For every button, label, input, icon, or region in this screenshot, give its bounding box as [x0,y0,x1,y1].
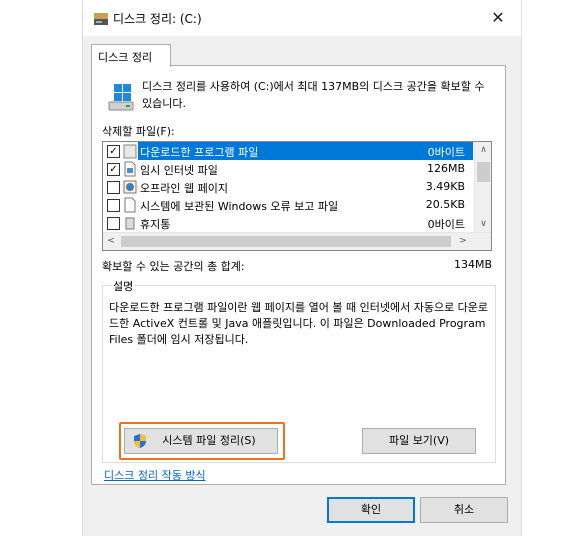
file-size: 0바이트 [427,218,465,231]
file-name: 시스템에 보관된 Windows 오류 보고 파일 [140,200,339,213]
shield-icon [134,434,146,448]
title-bar: 디스크 정리: (C:) ✕ [83,0,521,36]
files-to-delete-label: 삭제할 파일(F): [102,125,175,138]
scroll-down-button[interactable]: ∨ [475,216,491,232]
checkbox[interactable]: ✓ [107,145,120,158]
list-item[interactable]: 휴지통 0바이트 [103,214,473,232]
close-button[interactable]: ✕ [483,6,513,30]
description-text: 다운로드한 프로그램 파일이란 웹 페이지를 열어 볼 때 인터넷에서 자동으로… [109,301,489,346]
cancel-button[interactable]: 취소 [420,497,508,523]
checkbox[interactable]: ✓ [107,163,120,176]
files-list[interactable]: ✓ 다운로드한 프로그램 파일 0바이트 ✓ 임시 인터넷 파일 126MB 오… [102,141,492,251]
hard-drive-icon [108,84,134,111]
clean-up-system-files-label: 시스템 파일 정리(S) [162,434,256,447]
file-name: 다운로드한 프로그램 파일 [140,146,259,159]
file-size: 0바이트 [427,146,465,159]
total-space-label: 확보할 수 있는 공간의 총 합계: [102,260,245,273]
scroll-thumb[interactable] [477,162,490,182]
vertical-scrollbar[interactable]: ∧ ∨ [474,142,491,232]
list-item[interactable]: 시스템에 보관된 Windows 오류 보고 파일 20.5KB [103,196,473,214]
file-icon [124,197,136,213]
recycle-bin-icon [125,217,135,230]
horizontal-scroll-thumb[interactable] [121,236,451,247]
checkbox[interactable] [107,217,120,230]
ok-button[interactable]: 확인 [327,497,415,523]
scroll-right-button[interactable]: > [455,233,471,250]
list-item[interactable]: ✓ 임시 인터넷 파일 126MB [103,160,473,178]
file-icon [124,161,136,177]
offline-page-icon [123,180,137,194]
drive-icon [94,13,108,25]
tab-panel: 디스크 정리를 사용하여 (C:)에서 최대 137MB의 디스크 공간을 확보… [91,65,506,485]
clean-up-system-files-button[interactable]: 시스템 파일 정리(S) [124,428,278,454]
file-name: 휴지통 [140,218,171,231]
checkbox[interactable] [107,181,120,194]
description-group: 설명 다운로드한 프로그램 파일이란 웹 페이지를 열어 볼 때 인터넷에서 자… [102,278,496,463]
list-item[interactable]: ✓ 다운로드한 프로그램 파일 0바이트 [103,142,473,160]
scroll-left-button[interactable]: < [103,233,119,250]
disk-cleanup-dialog: 디스크 정리: (C:) ✕ 디스크 정리 디스크 정리를 사용하여 (C:)에… [82,0,522,536]
file-size: 3.49KB [425,180,465,193]
scroll-up-button[interactable]: ∧ [475,142,491,158]
file-name: 오프라인 웹 페이지 [140,182,228,195]
description-title: 설명 [111,278,136,294]
window-title: 디스크 정리: (C:) [113,12,202,26]
file-size: 20.5KB [425,198,465,211]
tab-label: 디스크 정리 [98,51,153,64]
total-space-value: 134MB [453,258,492,271]
file-name: 임시 인터넷 파일 [140,164,218,177]
folder-icon [123,144,137,159]
horizontal-scrollbar[interactable]: < > [103,232,491,250]
how-disk-cleanup-works-link[interactable]: 디스크 정리 작동 방식 [104,467,206,483]
list-item[interactable]: 오프라인 웹 페이지 3.49KB [103,178,473,196]
tab-disk-cleanup[interactable]: 디스크 정리 [91,44,171,67]
view-files-button[interactable]: 파일 보기(V) [362,428,476,454]
checkbox[interactable] [107,199,120,212]
file-size: 126MB [426,162,465,175]
intro-text: 디스크 정리를 사용하여 (C:)에서 최대 137MB의 디스크 공간을 확보… [142,80,485,110]
